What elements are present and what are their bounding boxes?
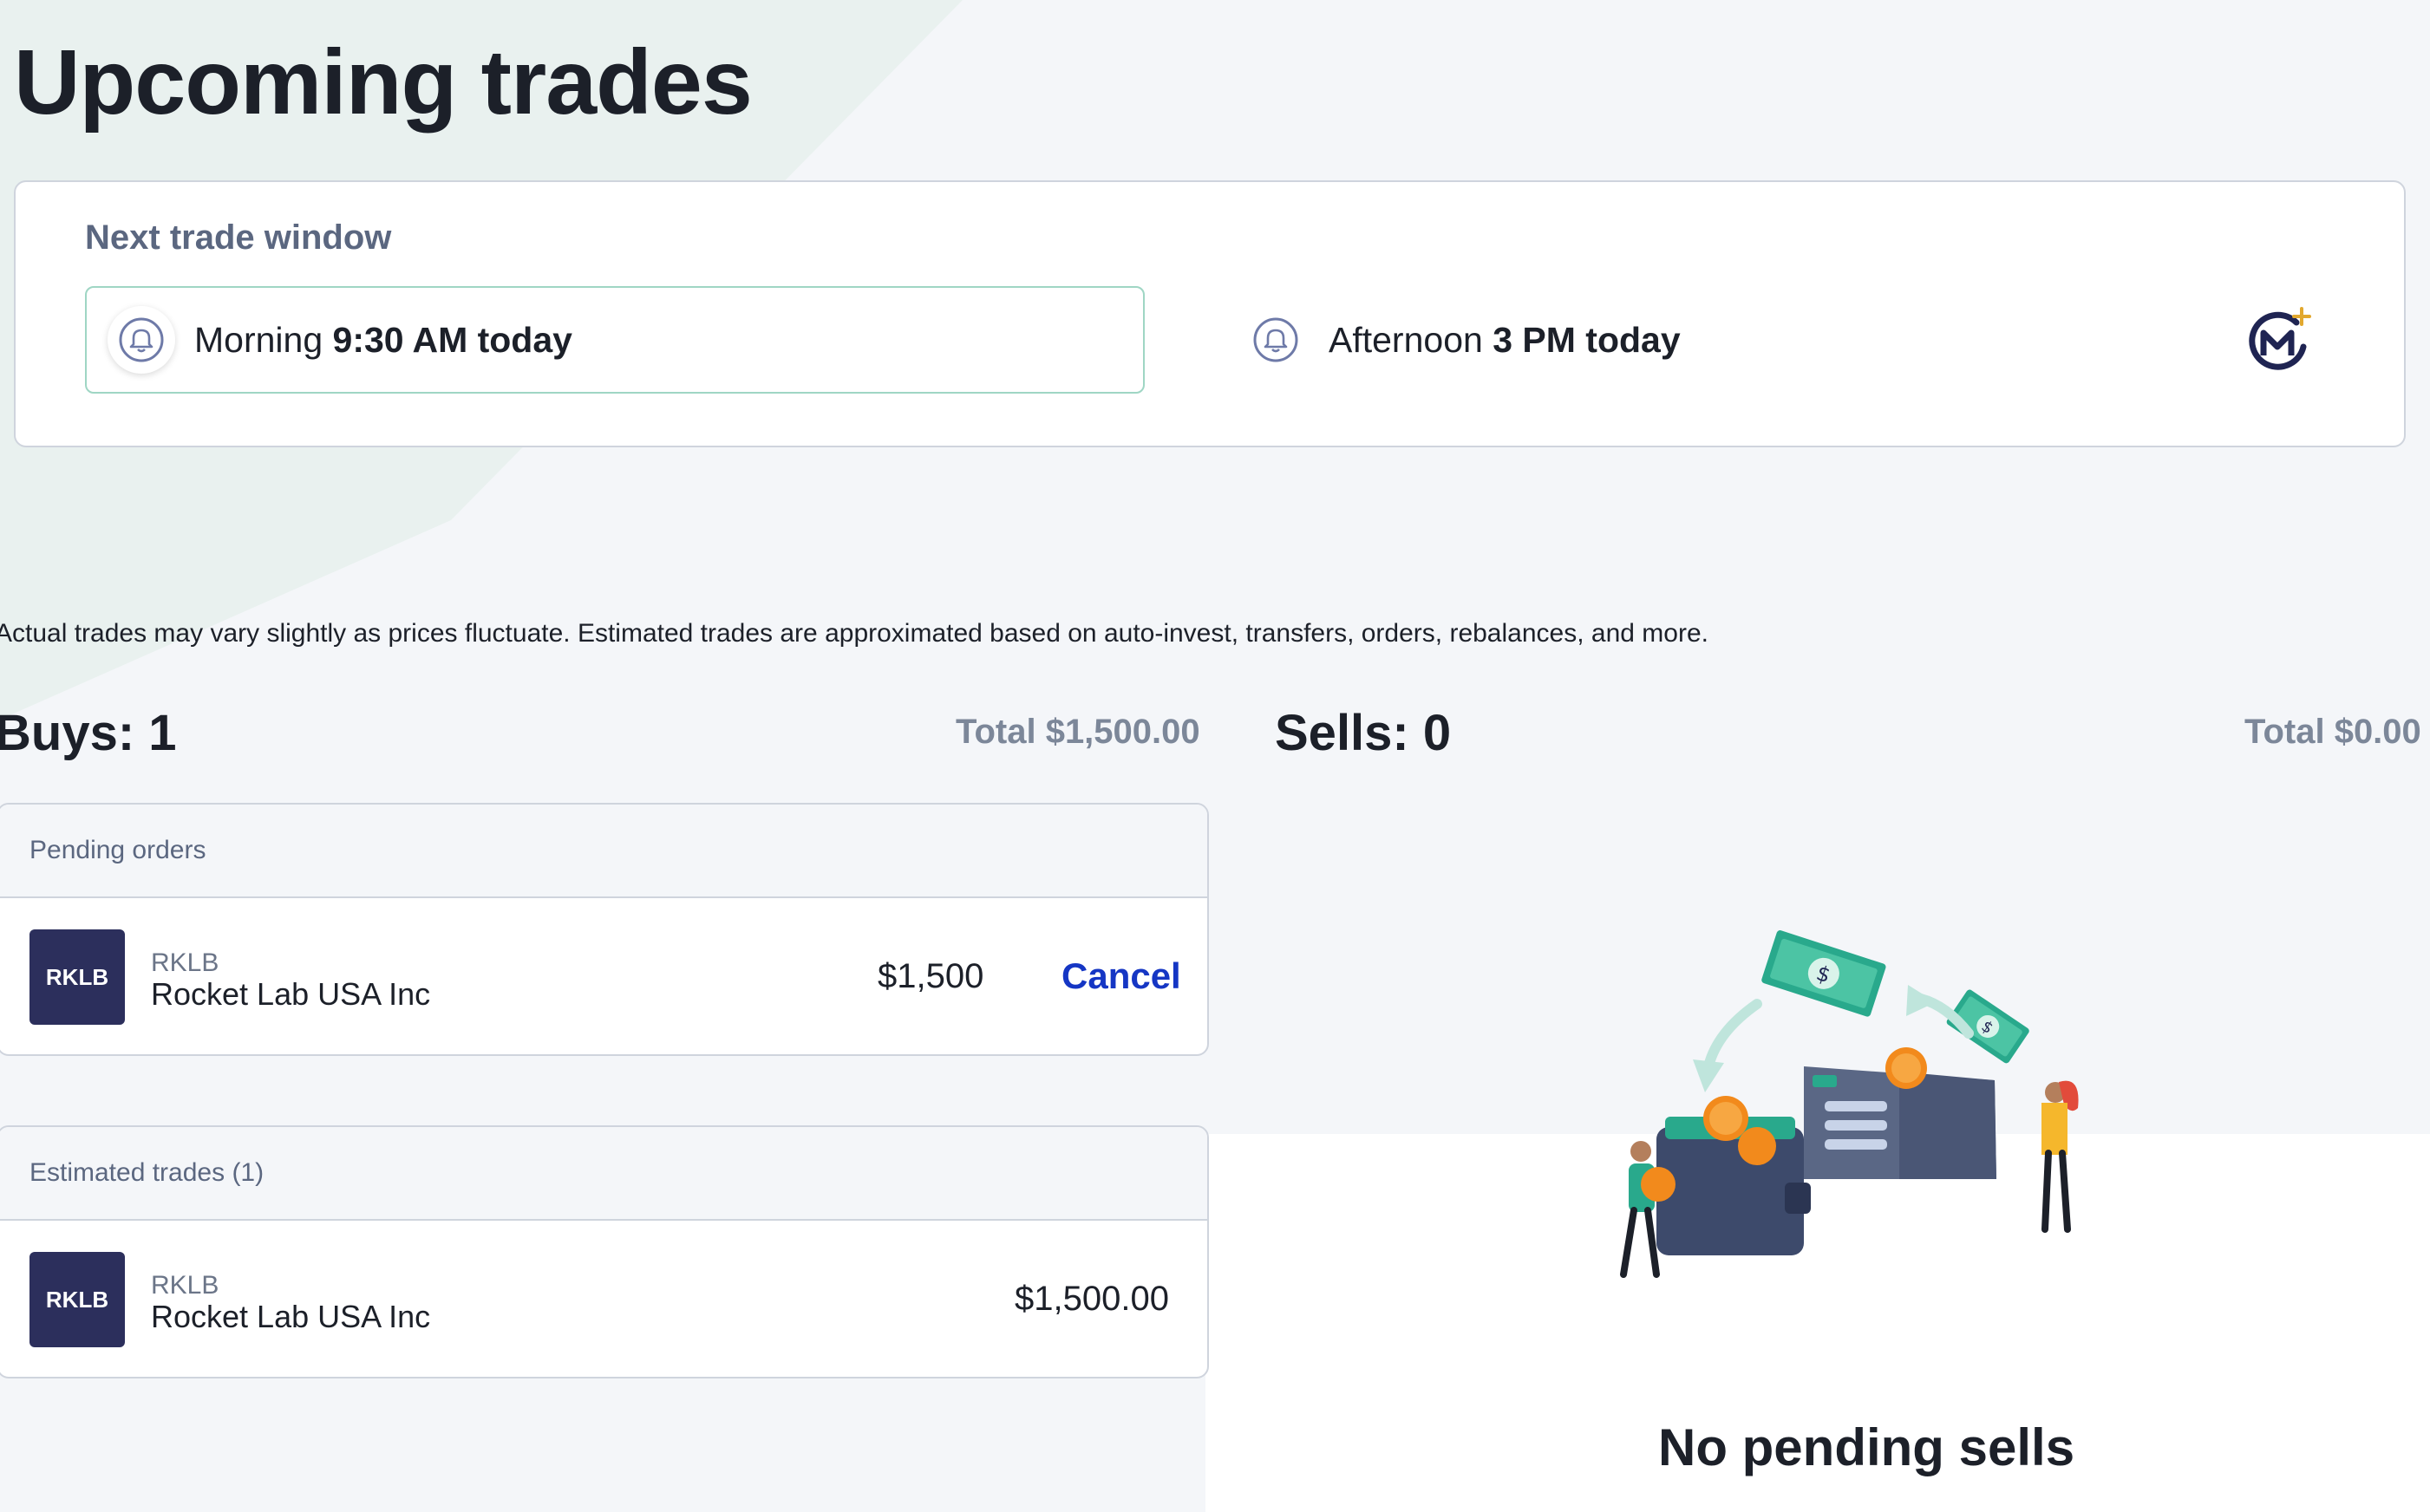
trade-window-label: Next trade window bbox=[85, 218, 392, 257]
list-item[interactable]: RKLB RKLB Rocket Lab USA Inc $1,500.00 bbox=[0, 1221, 1207, 1377]
trade-slot-period: Afternoon bbox=[1329, 319, 1483, 360]
trade-amount: $1,500.00 bbox=[1015, 1280, 1169, 1318]
ticker-badge: RKLB bbox=[29, 1252, 125, 1347]
bell-icon bbox=[108, 306, 175, 374]
company-name: Rocket Lab USA Inc bbox=[151, 1299, 431, 1334]
empty-state-title: No pending sells bbox=[1658, 1418, 2075, 1476]
page-title: Upcoming trades bbox=[14, 31, 753, 134]
bell-icon bbox=[1242, 306, 1310, 374]
cancel-button[interactable]: Cancel bbox=[1061, 955, 1181, 997]
trade-slot-morning[interactable]: Morning 9:30 AM today bbox=[85, 286, 1145, 394]
sells-total: Total $0.00 bbox=[2244, 713, 2421, 751]
estimated-trades-card: Estimated trades (1) RKLB RKLB Rocket La… bbox=[0, 1125, 1209, 1378]
disclaimer-text: Actual trades may vary slightly as price… bbox=[0, 619, 1708, 648]
buys-heading: Buys: 1 bbox=[0, 705, 177, 761]
wallet-money-illustration: $ $ bbox=[1620, 930, 2079, 1278]
buys-total: Total $1,500.00 bbox=[956, 713, 1200, 751]
company-name: Rocket Lab USA Inc bbox=[151, 976, 431, 1012]
trade-slot-text: Morning 9:30 AM today bbox=[194, 320, 572, 361]
trade-slot-time: 9:30 AM today bbox=[332, 319, 572, 360]
ticker-symbol: RKLB bbox=[151, 948, 219, 977]
m1-logo-icon bbox=[2249, 307, 2311, 370]
sells-heading: Sells: 0 bbox=[1275, 705, 1452, 761]
pending-orders-header: Pending orders bbox=[0, 805, 1207, 898]
trade-slot-afternoon[interactable]: Afternoon 3 PM today bbox=[1242, 286, 2022, 394]
trade-slot-period: Morning bbox=[194, 319, 323, 360]
list-item[interactable]: RKLB RKLB Rocket Lab USA Inc $1,500 Canc… bbox=[0, 898, 1207, 1054]
trade-window-card: Next trade window Morning 9:30 AM today … bbox=[14, 180, 2406, 447]
trade-slot-time: 3 PM today bbox=[1493, 319, 1681, 360]
estimated-trades-header: Estimated trades (1) bbox=[0, 1127, 1207, 1221]
order-amount: $1,500 bbox=[878, 957, 984, 995]
ticker-badge: RKLB bbox=[29, 929, 125, 1025]
ticker-symbol: RKLB bbox=[151, 1271, 219, 1300]
trade-slot-text: Afternoon 3 PM today bbox=[1329, 320, 1681, 361]
pending-orders-card: Pending orders RKLB RKLB Rocket Lab USA … bbox=[0, 803, 1209, 1056]
